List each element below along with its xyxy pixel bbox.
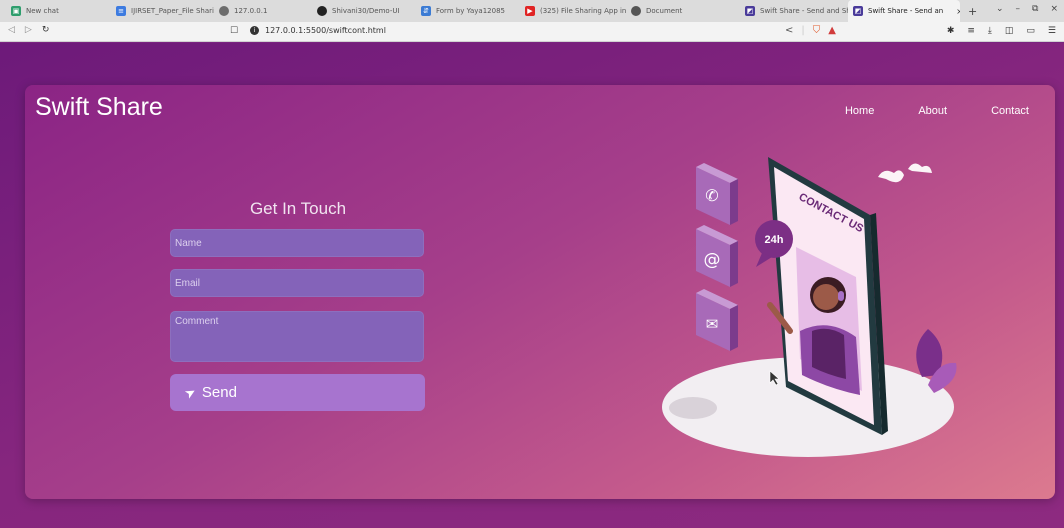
tab-form[interactable]: ⇵ Form by Yaya12085 <box>416 0 520 22</box>
nav-home[interactable]: Home <box>845 105 874 117</box>
svg-text:@: @ <box>704 250 721 270</box>
phone-icon: ✆ <box>696 163 738 225</box>
wallet-icon[interactable]: ▭ <box>1026 26 1035 36</box>
reading-list-icon[interactable]: ≡ <box>967 26 975 36</box>
floor-shadow <box>669 397 717 419</box>
swift-share-icon: ◩ <box>853 6 863 16</box>
tab-ijirset[interactable]: ≡ IJIRSET_Paper_File Sharin <box>111 0 214 22</box>
close-tab-icon[interactable]: × <box>956 7 960 16</box>
chevron-down-icon[interactable]: ⌄ <box>996 4 1004 14</box>
share-icon[interactable]: < <box>785 25 793 36</box>
form-title: Get In Touch <box>249 199 347 218</box>
forward-icon[interactable]: ▷ <box>25 25 32 35</box>
envelope-icon: ✉ <box>696 289 738 351</box>
globe-icon <box>631 6 641 16</box>
tab-label: Swift Share - Send and Sh <box>760 7 848 15</box>
send-button[interactable]: ➤ Send <box>170 374 425 411</box>
new-tab-button[interactable]: + <box>968 5 977 18</box>
comment-textarea[interactable] <box>170 311 424 362</box>
tab-label: IJIRSET_Paper_File Sharin <box>131 7 214 15</box>
tab-label: New chat <box>26 7 59 15</box>
reload-icon[interactable]: ↻ <box>42 25 50 35</box>
globe-icon <box>219 6 229 16</box>
tab-label: Swift Share - Send an <box>868 7 944 15</box>
contact-illustration: CONTACT US 24h ✆ @ ✉ <box>662 157 957 457</box>
github-icon <box>317 6 327 16</box>
close-window-icon[interactable]: × <box>1050 4 1058 14</box>
tab-localhost[interactable]: 127.0.0.1 <box>214 0 312 22</box>
brand-logo[interactable]: Swift Share <box>35 93 163 122</box>
back-icon[interactable]: ◁ <box>8 25 15 35</box>
tab-youtube[interactable]: ▶ (325) File Sharing App in <box>520 0 626 22</box>
form-icon: ⇵ <box>421 6 431 16</box>
doc-icon: ≡ <box>116 6 126 16</box>
tab-label: Document <box>646 7 683 15</box>
address-right-icons: < | ⛉ ▲ <box>785 25 836 36</box>
tab-label: Shivani30/Demo-UI <box>332 7 400 15</box>
site-info-icon[interactable]: i <box>250 26 259 35</box>
bookmark-icon[interactable]: ☐ <box>230 26 238 36</box>
browser-tab-bar: ▣ New chat ≡ IJIRSET_Paper_File Sharin 1… <box>0 0 1064 22</box>
tab-label: 127.0.0.1 <box>234 7 268 15</box>
nav-about[interactable]: About <box>918 105 947 117</box>
address-bar: ◁ ▷ ↻ ☐ i 127.0.0.1:5500/swiftcont.html … <box>0 22 1064 42</box>
extensions-icon[interactable]: ✱ <box>947 26 955 36</box>
at-icon: @ <box>696 225 738 287</box>
name-input[interactable] <box>170 229 424 257</box>
brave-shield-icon[interactable]: ⛉ <box>813 25 821 36</box>
tab-label: (325) File Sharing App in <box>540 7 626 15</box>
site-nav: Home About Contact <box>845 105 1029 117</box>
sidebar-icon[interactable]: ◫ <box>1005 26 1014 36</box>
menu-icon[interactable]: ☰ <box>1048 26 1056 36</box>
email-input[interactable] <box>170 269 424 297</box>
separator: | <box>801 25 805 36</box>
tab-new-chat[interactable]: ▣ New chat <box>6 0 111 22</box>
chat-icon: ▣ <box>11 6 21 16</box>
minimize-icon[interactable]: – <box>1016 4 1021 14</box>
svg-text:✉: ✉ <box>706 315 719 333</box>
window-controls: ⌄ – ⧉ × <box>996 4 1058 14</box>
svg-text:✆: ✆ <box>705 186 718 205</box>
nav-contact[interactable]: Contact <box>991 105 1029 117</box>
restore-icon[interactable]: ⧉ <box>1032 4 1038 14</box>
rewards-icon[interactable]: ▲ <box>828 25 836 36</box>
download-icon[interactable]: ⤓ <box>988 26 992 36</box>
tab-github[interactable]: Shivani30/Demo-UI <box>312 0 416 22</box>
url-text: 127.0.0.1:5500/swiftcont.html <box>265 26 386 35</box>
tab-document[interactable]: Document <box>626 0 740 22</box>
tab-swift-share[interactable]: ◩ Swift Share - Send and Sh <box>740 0 848 22</box>
tab-swift-share-active[interactable]: ◩ Swift Share - Send an × <box>848 0 960 22</box>
toolbar-icons: ✱ ≡ ⤓ ◫ ▭ ☰ <box>947 26 1056 36</box>
url-field[interactable]: i 127.0.0.1:5500/swiftcont.html <box>250 26 386 35</box>
cloud-icon <box>878 163 932 183</box>
youtube-icon: ▶ <box>525 6 535 16</box>
send-label: Send <box>201 384 237 401</box>
page-background: Swift Share Home About Contact Get In To… <box>0 43 1064 528</box>
swift-share-icon: ◩ <box>745 6 755 16</box>
24h-label: 24h <box>765 234 784 246</box>
contact-card: Swift Share Home About Contact Get In To… <box>25 85 1055 499</box>
tab-label: Form by Yaya12085 <box>436 7 505 15</box>
nav-buttons: ◁ ▷ ↻ <box>8 25 49 35</box>
send-arrow-icon: ➤ <box>181 382 199 402</box>
